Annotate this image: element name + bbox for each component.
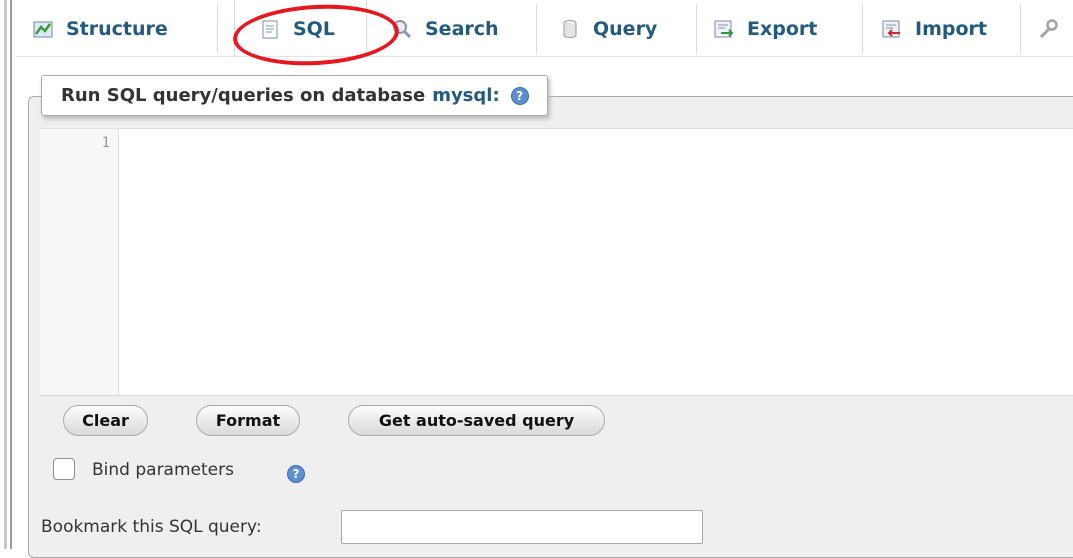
legend-text: Run SQL query/queries on database	[61, 85, 426, 106]
sql-icon	[259, 18, 281, 40]
bookmark-label: Bookmark this SQL query:	[41, 517, 262, 537]
tab-operations[interactable]	[1021, 4, 1073, 54]
tab-structure[interactable]: Structure	[16, 4, 218, 54]
help-icon[interactable]: ?	[510, 86, 529, 105]
export-icon	[713, 18, 735, 40]
tab-query-label: Query	[593, 18, 658, 40]
tabbar-divider	[16, 56, 1073, 57]
line-number-gutter: 1	[40, 129, 119, 395]
structure-icon	[32, 18, 54, 40]
tab-query[interactable]: Query	[537, 4, 697, 54]
database-link[interactable]: mysql:	[432, 85, 499, 106]
tab-export-label: Export	[747, 18, 818, 40]
bind-parameters-checkbox[interactable]	[53, 458, 75, 480]
tab-sql[interactable]: SQL	[234, 0, 367, 57]
fieldset-legend: Run SQL query/queries on database mysql:…	[41, 75, 548, 116]
tab-structure-label: Structure	[66, 18, 168, 40]
top-menu-tabs: Structure SQL Search Query Export Import	[16, 0, 1073, 60]
tab-search[interactable]: Search	[367, 4, 537, 54]
wrench-icon	[1037, 18, 1059, 40]
get-autosaved-query-button[interactable]: Get auto-saved query	[348, 405, 605, 436]
line-number: 1	[101, 135, 110, 151]
left-border	[4, 0, 7, 549]
bookmark-input[interactable]	[341, 510, 703, 544]
bind-parameters-help-icon[interactable]: ?	[287, 465, 305, 483]
clear-button[interactable]: Clear	[63, 405, 148, 436]
tab-sql-label: SQL	[293, 17, 335, 40]
tab-search-label: Search	[425, 18, 499, 40]
tab-export[interactable]: Export	[697, 4, 863, 54]
left-border-inner	[10, 0, 12, 549]
query-icon	[559, 18, 581, 40]
tab-import[interactable]: Import	[863, 4, 1021, 54]
search-icon	[391, 18, 413, 40]
sql-editor[interactable]: 1	[40, 128, 1073, 396]
import-icon	[881, 18, 903, 40]
bind-parameters-label: Bind parameters	[92, 460, 234, 480]
format-button[interactable]: Format	[196, 405, 300, 436]
tab-import-label: Import	[915, 18, 987, 40]
